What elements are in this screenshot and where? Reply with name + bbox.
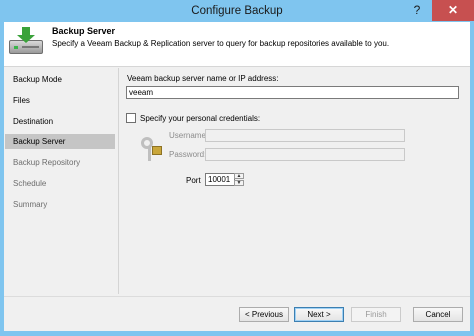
server-led (14, 46, 18, 49)
help-button[interactable]: ? (403, 0, 431, 20)
server-name-input[interactable]: veeam (126, 86, 459, 99)
nav-item-backup-mode[interactable]: Backup Mode (13, 75, 62, 84)
download-arrow-icon (22, 27, 30, 35)
username-input[interactable] (205, 129, 405, 142)
username-label: Username: (169, 131, 209, 140)
server-slot (22, 46, 39, 48)
port-input[interactable]: 10001 (205, 173, 235, 186)
close-button[interactable]: ✕ (432, 0, 474, 21)
nav-item-schedule[interactable]: Schedule (13, 179, 46, 188)
password-input[interactable] (205, 148, 405, 161)
nav-item-summary[interactable]: Summary (13, 200, 47, 209)
page-title: Backup Server (52, 26, 116, 36)
download-arrow-head (17, 35, 35, 43)
previous-button[interactable]: < Previous (239, 307, 289, 322)
nav-item-backup-server[interactable]: Backup Server (13, 137, 65, 146)
nav-divider (118, 68, 119, 294)
key-shaft (148, 147, 151, 161)
port-label: Port (186, 176, 201, 185)
cancel-button[interactable]: Cancel (413, 307, 463, 322)
credentials-checkbox[interactable] (126, 113, 136, 123)
next-button[interactable]: Next > (294, 307, 344, 322)
password-label: Password: (169, 150, 207, 159)
lock-icon (152, 146, 162, 155)
nav-item-files[interactable]: Files (13, 96, 30, 105)
port-decrement-icon[interactable]: ▼ (234, 180, 244, 186)
server-name-label: Veeam backup server name or IP address: (127, 74, 279, 83)
page-description: Specify a Veeam Backup & Replication ser… (52, 39, 390, 48)
finish-button[interactable]: Finish (351, 307, 401, 322)
window-border-bottom (0, 331, 474, 336)
window-border-right (470, 22, 474, 336)
credentials-checkbox-label: Specify your personal credentials: (140, 114, 261, 123)
nav-item-destination[interactable]: Destination (13, 117, 53, 126)
nav-item-backup-repository[interactable]: Backup Repository (13, 158, 80, 167)
port-increment-icon[interactable]: ▲ (234, 173, 244, 179)
